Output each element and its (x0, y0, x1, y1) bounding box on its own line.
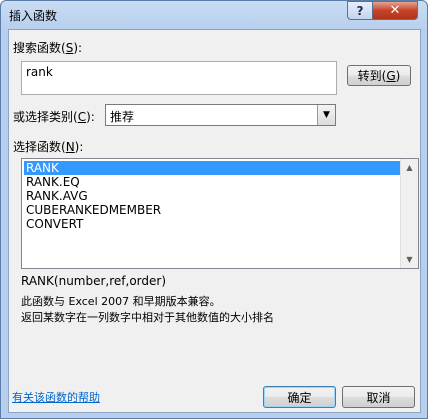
search-input[interactable]: rank (21, 61, 337, 95)
function-list-scrollbar[interactable]: ▲ ▼ (400, 159, 418, 268)
category-label: 或选择类别(C): (13, 110, 95, 124)
search-label: 搜索函数(S): (13, 41, 83, 55)
help-icon: ? (356, 3, 364, 18)
function-item-rank-eq[interactable]: RANK.EQ (24, 175, 402, 189)
insert-function-dialog: 插入函数 ? ✕ 搜索函数(S): rank 转到(G) 或选择类别(C): 推… (0, 0, 428, 419)
function-signature: RANK(number,ref,order) (21, 274, 167, 288)
go-button[interactable]: 转到(G) (347, 65, 411, 86)
compatibility-note: 此函数与 Excel 2007 和早期版本兼容。 (21, 295, 221, 308)
ok-button[interactable]: 确定 (263, 386, 336, 408)
function-list[interactable]: RANK RANK.EQ RANK.AVG CUBERANKEDMEMBER C… (21, 158, 419, 269)
function-item-cuberankedmember[interactable]: CUBERANKEDMEMBER (24, 203, 402, 217)
function-list-label: 选择函数(N): (13, 140, 84, 154)
function-description: 返回某数字在一列数字中相对于其他数值的大小排名 (21, 311, 274, 324)
close-button[interactable]: ✕ (372, 1, 418, 20)
scroll-up-icon[interactable]: ▲ (401, 159, 418, 176)
dialog-body: 搜索函数(S): rank 转到(G) 或选择类别(C): 推荐 ▼ 选择函数(… (8, 29, 421, 413)
category-selected-value: 推荐 (110, 110, 135, 124)
chevron-down-icon[interactable]: ▼ (317, 105, 335, 125)
dialog-title: 插入函数 (9, 9, 58, 23)
function-item-rank-avg[interactable]: RANK.AVG (24, 189, 402, 203)
help-button[interactable]: ? (347, 1, 373, 20)
category-select[interactable]: 推荐 ▼ (105, 104, 336, 126)
close-icon: ✕ (389, 3, 401, 18)
scroll-down-icon[interactable]: ▼ (401, 251, 418, 268)
function-help-link[interactable]: 有关该函数的帮助 (12, 389, 100, 405)
cancel-button[interactable]: 取消 (342, 386, 415, 408)
search-input-value: rank (26, 65, 53, 79)
function-item-rank[interactable]: RANK (24, 161, 402, 175)
function-item-convert[interactable]: CONVERT (24, 217, 402, 231)
title-bar[interactable]: 插入函数 ? ✕ (1, 1, 427, 29)
